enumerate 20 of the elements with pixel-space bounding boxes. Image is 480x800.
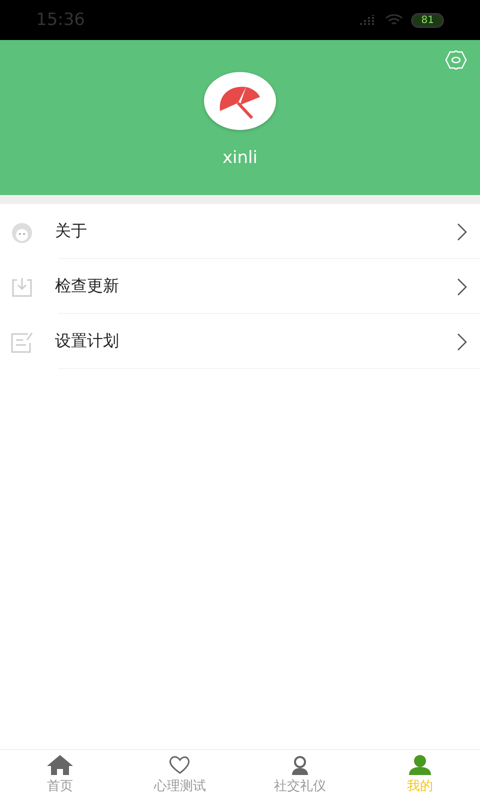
settings-icon[interactable] [444, 50, 468, 70]
nav-tab[interactable]: 我的 [360, 750, 480, 800]
person-icon [291, 755, 309, 775]
menu-item[interactable]: 检查更新 [0, 259, 480, 314]
nav-tab[interactable]: 心理测试 [120, 750, 240, 800]
heart-icon [168, 755, 192, 775]
chevron-icon [457, 222, 467, 240]
avatar[interactable] [204, 72, 276, 130]
battery-level: 81 [411, 12, 444, 28]
user-icon [408, 755, 432, 775]
nav-tab[interactable]: 首页 [0, 750, 120, 800]
menu-item[interactable]: 设置计划 [0, 314, 480, 369]
home-icon [47, 755, 73, 775]
username: xinli [222, 148, 258, 168]
wifi-icon [385, 14, 404, 26]
chevron-icon [457, 332, 467, 350]
edit-icon [10, 330, 34, 354]
menu-item[interactable]: 关于 [0, 204, 480, 259]
chevron-icon [457, 278, 467, 296]
nav-tab[interactable]: 社交礼仪 [240, 750, 360, 800]
